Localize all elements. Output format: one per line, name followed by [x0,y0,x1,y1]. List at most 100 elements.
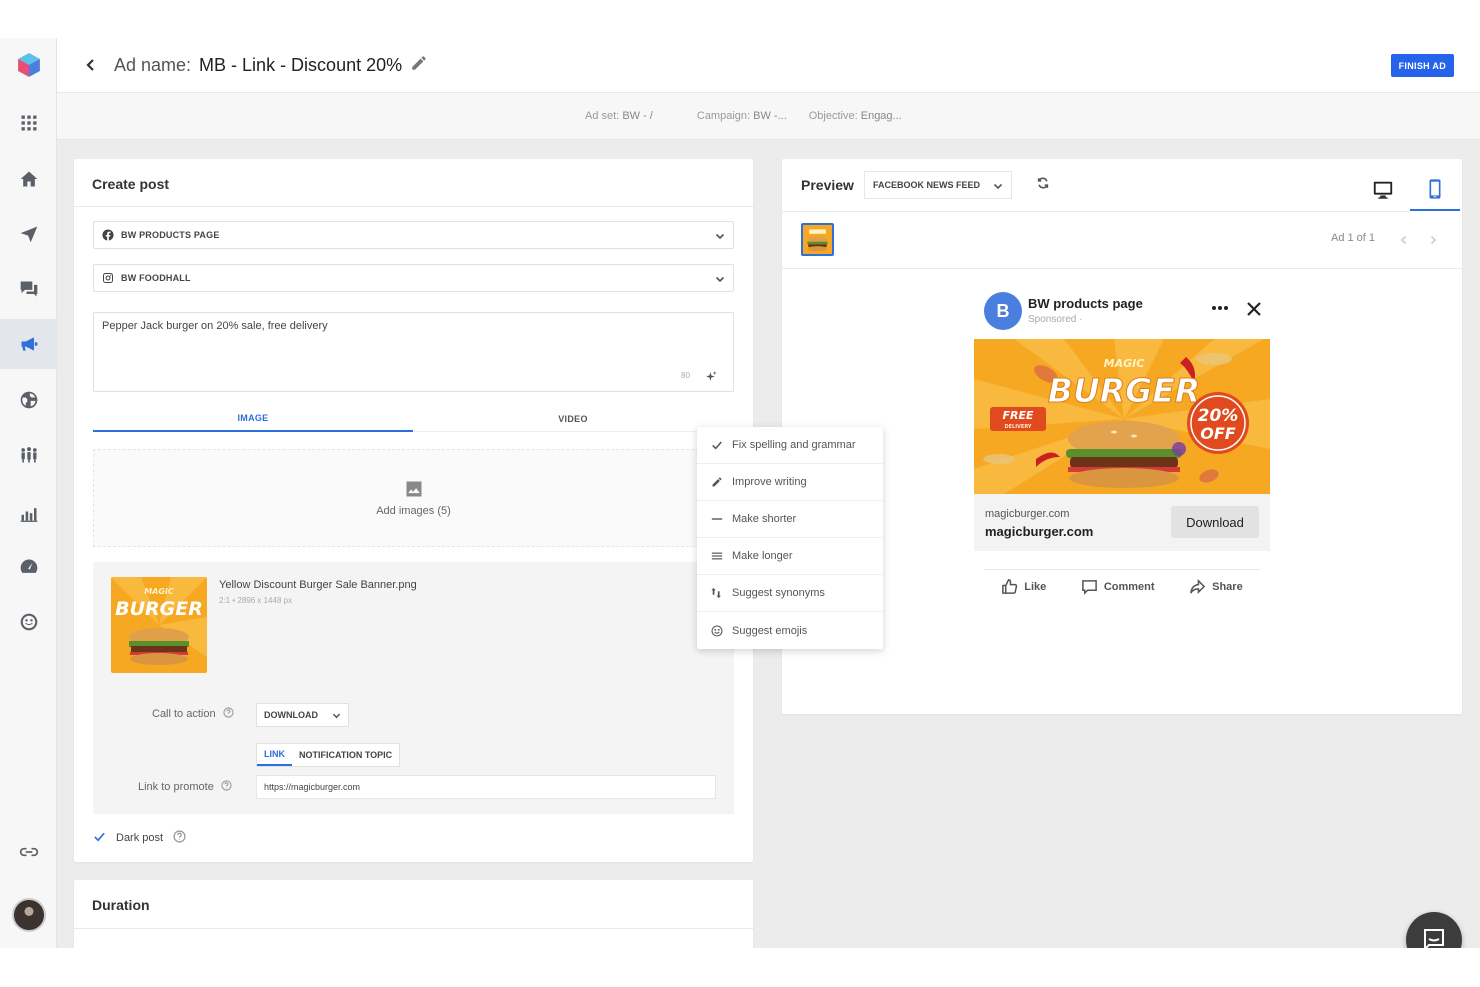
menu-item-fix-spelling[interactable]: Fix spelling and grammar [697,427,883,464]
menu-item-make-shorter[interactable]: Make shorter [697,501,883,538]
sidebar-item-dashboard[interactable] [0,542,57,592]
dark-post-checkbox[interactable] [93,830,106,846]
post-actions: Like Comment Share [984,569,1260,603]
menu-item-suggest-synonyms[interactable]: Suggest synonyms [697,575,883,612]
chevron-left-icon [1400,235,1407,245]
close-post-button[interactable] [1245,300,1263,318]
sidebar-item-ads[interactable] [0,319,57,369]
sidebar-item-links[interactable] [0,827,57,877]
more-horizontal-icon [1212,306,1228,310]
instagram-account-select[interactable]: BW FOODHALL [93,264,734,292]
ad-name-value: MB - Link - Discount 20% [199,55,403,75]
help-icon[interactable] [173,830,186,846]
tab-image[interactable]: IMAGE [93,406,413,432]
tab-link[interactable]: LINK [257,744,292,766]
support-chat-button[interactable] [1406,912,1462,948]
pencil-icon [712,477,722,487]
lines-icon [711,552,723,560]
instagram-account-value: BW FOODHALL [121,273,191,283]
previous-ad-button[interactable] [1399,232,1411,245]
sparkle-icon [705,370,717,381]
burger-banner-image: MAGIC BURGER 20% OFF FREE DELIVERY [974,339,1270,494]
menu-item-suggest-emojis[interactable]: Suggest emojis [697,612,883,649]
logo-icon [17,53,40,77]
sidebar-item-publish[interactable] [0,209,57,259]
post-message-textarea[interactable]: Pepper Jack burger on 20% sale, free del… [93,312,734,392]
desktop-preview-button[interactable] [1358,169,1408,211]
smiley-icon [711,625,723,636]
burger-thumbnail-icon [803,225,832,254]
preview-ad-thumbnail[interactable] [801,223,834,256]
share-button[interactable]: Share [1189,578,1243,595]
sidebar-item-apps[interactable] [0,98,57,148]
media-thumbnail[interactable]: MAGIC BURGER [111,577,207,673]
dark-post-label: Dark post [116,832,164,844]
like-button[interactable]: Like [1001,578,1046,595]
help-icon[interactable] [222,707,234,721]
ai-assist-button[interactable] [700,365,722,387]
create-post-card: Create post BW PRODUCTS PAGE BW FOODHALL… [74,159,753,862]
link-label: Link to promote [138,780,232,794]
logo[interactable] [0,40,57,90]
link-preview-bar[interactable]: magicburger.com magicburger.com Download [974,494,1270,551]
sidebar-item-home[interactable] [0,154,57,204]
placement-select[interactable]: FACEBOOK NEWS FEED [864,171,1012,199]
svg-text:BURGER: BURGER [115,598,203,620]
minus-icon [711,518,723,520]
link-to-promote-input[interactable]: https://magicburger.com [256,775,716,799]
megaphone-icon [21,337,37,351]
app-root: Ad name: MB - Link - Discount 20% FINISH… [0,38,1480,948]
swap-icon [711,587,721,599]
mobile-phone-icon [1429,179,1441,199]
refresh-preview-button[interactable] [1036,176,1054,194]
facebook-page-select[interactable]: BW PRODUCTS PAGE [93,221,734,249]
check-icon [712,441,722,450]
download-cta-button[interactable]: Download [1171,506,1259,538]
user-avatar[interactable] [0,890,57,940]
menu-item-make-longer[interactable]: Make longer [697,538,883,575]
close-icon [1247,302,1261,316]
cta-select[interactable]: DOWNLOAD [256,703,349,727]
sidebar-item-inbox[interactable] [0,264,57,314]
comment-button[interactable]: Comment [1081,578,1155,595]
next-ad-button[interactable] [1428,232,1440,245]
duration-card: Duration [74,880,753,948]
chat-icon [1424,929,1444,948]
back-button[interactable] [81,55,101,75]
preview-card: Preview FACEBOOK NEWS FEED Ad 1 of 1 B B… [782,159,1462,714]
menu-item-improve-writing[interactable]: Improve writing [697,464,883,501]
link-value: https://magicburger.com [264,782,361,792]
top-header: Ad name: MB - Link - Discount 20% FINISH… [57,38,1480,93]
link-domain-title: magicburger.com [985,524,1094,539]
breadcrumb-ad-set[interactable]: Ad set: BW - / [585,110,653,122]
facebook-post-preview: B BW products page Sponsored · MAGIC BUR… [974,279,1270,609]
sidebar-item-globe[interactable] [0,375,57,425]
bar-chart-icon [20,508,37,522]
breadcrumb-campaign[interactable]: Campaign: BW -... [697,110,787,122]
sidebar [0,38,57,948]
post-options-button[interactable] [1210,301,1230,315]
tab-video[interactable]: VIDEO [413,406,733,432]
breadcrumb-objective[interactable]: Objective: Engag... [809,110,902,122]
sponsored-label: Sponsored · [1028,314,1083,325]
sidebar-item-audience[interactable] [0,430,57,480]
edit-ad-name-button[interactable] [410,54,428,77]
sidebar-item-support[interactable] [0,597,57,647]
burger-banner-thumbnail: MAGIC BURGER [111,577,207,673]
divider [782,268,1462,269]
ad-creative-image: MAGIC BURGER 20% OFF FREE DELIVERY [974,339,1270,494]
mobile-preview-button[interactable] [1410,169,1460,211]
post-message-text: Pepper Jack burger on 20% sale, free del… [102,320,328,332]
placement-value: FACEBOOK NEWS FEED [873,180,981,190]
chevron-down-icon [715,233,725,240]
help-icon[interactable] [221,780,232,794]
chevron-left-icon [86,59,94,71]
sidebar-item-reports[interactable] [0,489,57,539]
facebook-icon [102,229,114,241]
chevron-down-icon [332,713,341,719]
finish-ad-button[interactable]: FINISH AD [1390,54,1454,77]
tab-notification-topic[interactable]: NOTIFICATION TOPIC [292,744,399,766]
add-images-dropzone[interactable]: Add images (5) [93,449,734,547]
add-images-label: Add images (5) [376,505,451,517]
char-count: 80 [681,371,690,380]
